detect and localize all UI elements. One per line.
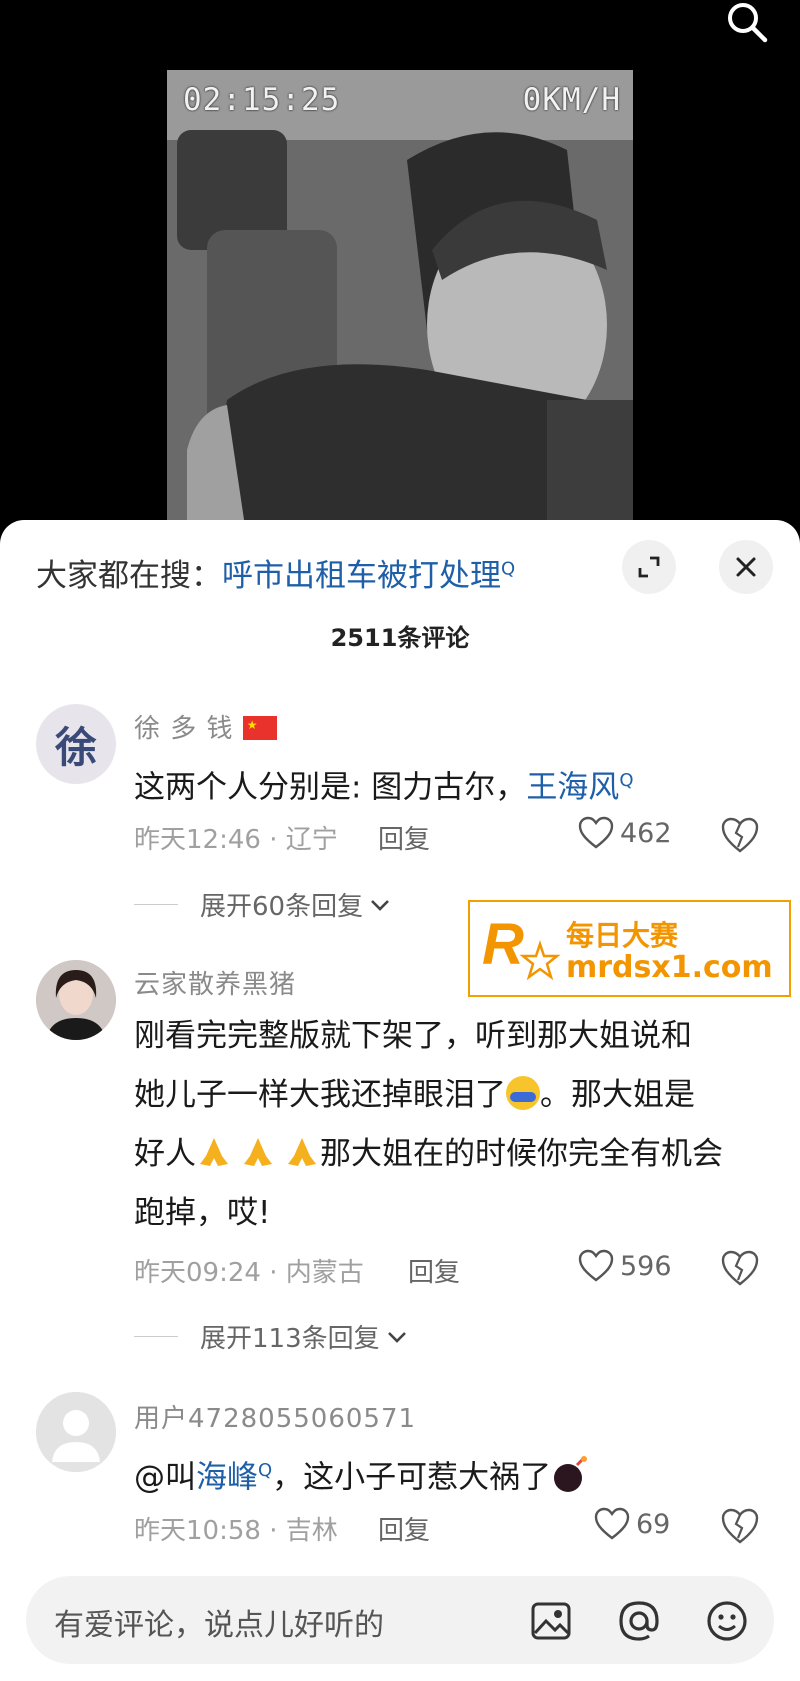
watermark-url: mrdsx1.com	[566, 950, 773, 985]
broken-heart-icon	[721, 817, 759, 853]
comment-text: @叫海峰Q，这小子可惹大祸了	[134, 1441, 760, 1507]
dislike-button[interactable]	[720, 1248, 760, 1288]
image-button[interactable]	[528, 1598, 574, 1644]
pray-emoji-icon	[284, 1131, 320, 1167]
reply-button[interactable]: 回复	[408, 1252, 460, 1289]
chevron-down-icon	[387, 1331, 406, 1343]
avatar[interactable]	[36, 1392, 116, 1472]
heart-icon	[578, 1249, 614, 1282]
comment-meta: 昨天12:46 · 辽宁	[134, 825, 338, 855]
watermark-logo: R 每日大赛 mrdsx1.com	[468, 900, 791, 997]
broken-heart-icon	[721, 1508, 759, 1544]
comment-text: 这两个人分别是: 图力古尔，王海风Q	[134, 769, 634, 806]
dashcam-scene	[167, 70, 633, 540]
avatar-text: 徐	[54, 722, 97, 772]
comment-count: 2511条评论	[330, 624, 470, 652]
search-icon	[728, 3, 768, 43]
comment-username[interactable]: 徐 多 钱 ★	[134, 708, 760, 745]
reply-button[interactable]: 回复	[378, 1510, 430, 1547]
search-button[interactable]	[718, 0, 776, 44]
avatar[interactable]: 徐	[36, 704, 116, 784]
comment-input[interactable]: 有爱评论，说点儿好听的	[26, 1576, 774, 1664]
mention-button[interactable]	[616, 1598, 662, 1644]
comment-username[interactable]: 用户4728055060571	[134, 1398, 760, 1435]
default-avatar-icon	[36, 1392, 116, 1472]
comment-meta: 昨天10:58 · 吉林	[134, 1516, 338, 1546]
watermark-r-star-icon: R	[482, 912, 561, 981]
svg-text:R: R	[482, 912, 524, 977]
comment-text: 刚看完完整版就下架了，听到那大姐说和 她儿子一样大我还掉眼泪了 。那大姐是 好人那…	[134, 1018, 723, 1231]
chevron-down-icon	[371, 899, 390, 911]
search-prefix: 大家都在搜：	[36, 558, 222, 594]
video-frame: 02:15:25 0KM/H	[167, 70, 633, 540]
heart-icon	[578, 816, 614, 849]
heart-icon	[594, 1507, 630, 1540]
comment-meta: 昨天09:24 · 内蒙古	[134, 1258, 364, 1288]
search-suggestion[interactable]: 大家都在搜：呼市出租车被打处理Q	[36, 550, 515, 595]
flag-icon: ★	[242, 716, 277, 740]
pray-emoji-icon	[196, 1131, 232, 1167]
comment-search-link[interactable]: 海峰	[196, 1459, 258, 1495]
comment-input-placeholder: 有爱评论，说点儿好听的	[54, 1608, 384, 1643]
broken-heart-icon	[721, 1250, 759, 1286]
expand-button[interactable]	[622, 540, 676, 594]
search-term-link[interactable]: 呼市出租车被打处理	[222, 558, 501, 594]
dislike-button[interactable]	[720, 1506, 760, 1546]
video-timestamp: 02:15:25	[183, 82, 341, 118]
at-icon	[619, 1601, 659, 1641]
bottom-edge	[0, 1672, 800, 1681]
video-player[interactable]: 02:15:25 0KM/H	[0, 0, 800, 540]
like-count: 69	[636, 1508, 671, 1540]
close-icon	[736, 557, 756, 577]
like-button[interactable]: 69	[594, 1507, 670, 1541]
avatar-photo	[36, 960, 116, 1040]
video-speed: 0KM/H	[522, 82, 621, 118]
expand-icon	[638, 556, 660, 578]
reply-button[interactable]: 回复	[378, 819, 430, 856]
search-q-icon: Q	[501, 558, 516, 580]
image-icon	[531, 1602, 571, 1640]
smiley-icon	[707, 1601, 747, 1641]
emoji-button[interactable]	[704, 1598, 750, 1644]
bomb-emoji-icon	[551, 1455, 589, 1493]
avatar[interactable]	[36, 960, 116, 1040]
divider	[134, 904, 178, 905]
panel-header: 大家都在搜：呼市出租车被打处理Q	[0, 520, 800, 610]
comment-search-link[interactable]: 王海风	[526, 769, 619, 805]
search-q-icon: Q	[258, 1460, 273, 1481]
dislike-button[interactable]	[720, 815, 760, 855]
divider	[134, 1336, 178, 1337]
watermark-title: 每日大赛	[566, 919, 679, 952]
like-button[interactable]: 596	[578, 1249, 672, 1283]
like-count: 462	[620, 817, 672, 849]
search-q-icon: Q	[619, 770, 634, 791]
pray-emoji-icon	[240, 1131, 276, 1167]
crying-emoji-icon	[506, 1076, 540, 1110]
like-count: 596	[620, 1250, 672, 1282]
expand-replies-button[interactable]: 展开113条回复	[134, 1318, 410, 1355]
close-button[interactable]	[719, 540, 773, 594]
expand-replies-button[interactable]: 展开60条回复	[134, 886, 393, 923]
like-button[interactable]: 462	[578, 816, 672, 850]
